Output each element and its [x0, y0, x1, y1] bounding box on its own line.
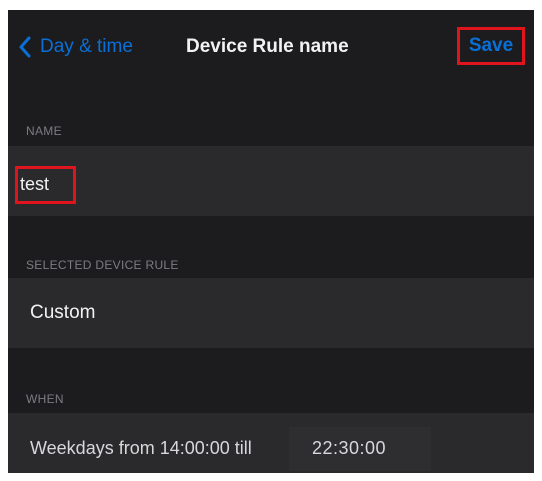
page-title: Device Rule name [186, 36, 349, 57]
when-section-header: WHEN [8, 380, 534, 410]
name-field-row[interactable]: test [8, 146, 534, 216]
name-section-label: NAME [26, 124, 62, 138]
back-button[interactable]: Day & time [18, 34, 133, 60]
chevron-left-icon [19, 36, 31, 58]
name-section-header: NAME [8, 112, 534, 142]
rule-section-header: SELECTED DEVICE RULE [8, 246, 534, 276]
device-rule-name-screen: Day & time Device Rule name Save NAME te… [8, 10, 534, 473]
selected-rule-row[interactable]: Custom [8, 278, 534, 348]
navigation-bar: Day & time Device Rule name Save [8, 10, 534, 86]
end-time-picker[interactable]: 22:30:00 [289, 427, 431, 471]
when-description: Weekdays from 14:00:00 till [30, 438, 252, 458]
end-time-value: 22:30:00 [312, 438, 387, 458]
back-label: Day & time [40, 36, 133, 57]
rule-section-label: SELECTED DEVICE RULE [26, 258, 179, 272]
name-input[interactable]: test [20, 172, 49, 196]
when-row[interactable]: Weekdays from 14:00:00 till 22:30:00 [8, 413, 534, 473]
when-section-label: WHEN [26, 392, 64, 406]
selected-rule-value: Custom [30, 302, 96, 323]
save-button[interactable]: Save [457, 27, 525, 65]
